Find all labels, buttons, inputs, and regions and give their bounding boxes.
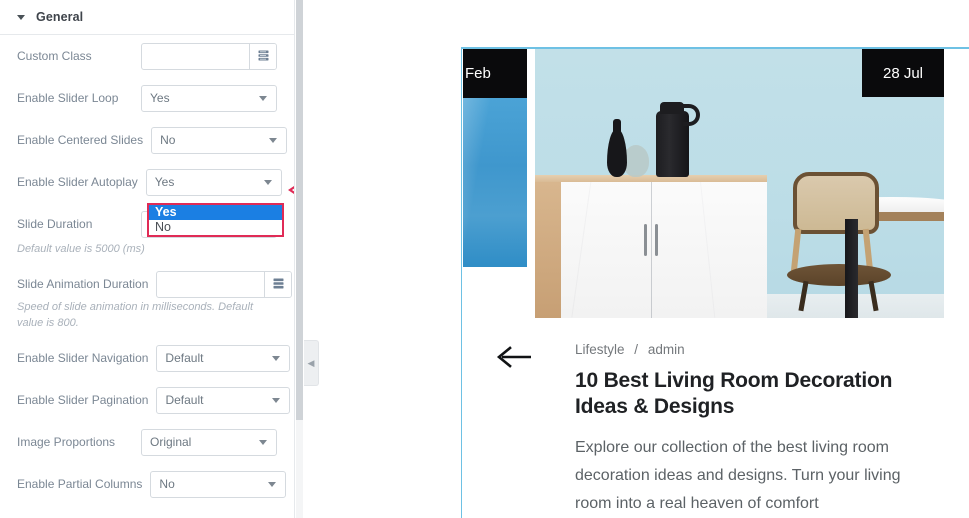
caret-down-icon [17,14,25,20]
chevron-down-icon [259,96,267,101]
image-proportions-select[interactable]: Original [141,428,277,456]
page-title: General [36,10,84,24]
field-label: Enable Slider Navigation [17,351,149,365]
dropdown-option-yes[interactable]: Yes [149,205,282,220]
field-row-enable-centered-slides: Enable Centered Slides No [10,119,288,161]
field-label: Enable Slider Loop [17,91,119,105]
autoplay-dropdown-list[interactable]: Yes No [147,203,284,237]
living-room-photo: 28 Jul [535,49,944,318]
enable-slider-autoplay-select[interactable]: Yes [145,168,282,196]
field-row-enable-slider-navigation: Enable Slider Navigation Default [10,337,291,379]
chevron-down-icon [272,356,281,361]
cabinet-handle [644,224,647,256]
field-label: Enable Partial Columns [17,477,143,491]
table-leg [845,219,858,318]
field-control: Yes [141,84,277,112]
enable-slider-loop-select[interactable]: Yes [141,84,277,112]
field-control: Yes [145,168,282,196]
post-excerpt: Explore our collection of the best livin… [575,439,901,512]
field-control: Original [141,428,277,456]
field-label: Custom Class [17,49,92,63]
chevron-down-icon [263,180,272,185]
black-vase-neck [613,119,621,137]
slide-animation-duration-input[interactable] [157,271,265,297]
database-glyph [258,50,268,61]
select-value: Default [165,351,204,365]
enable-slider-pagination-select[interactable]: Default [156,386,291,414]
slide-previous-image [463,98,527,267]
screen-root: General Custom Class Enable Slider Loop … [0,0,969,518]
field-label: Enable Centered Slides [17,133,144,147]
post-category[interactable]: Lifestyle [575,342,625,357]
slide-previous-partial[interactable]: Feb [463,49,527,267]
field-row-enable-partial-columns: Enable Partial Columns No [10,463,287,505]
post-author[interactable]: admin [648,342,685,357]
field-label: Enable Slider Pagination [17,393,149,407]
enable-centered-slides-select[interactable]: No [151,126,288,154]
field-label: Slide Duration [17,217,93,231]
cabinet-top [535,175,767,182]
field-control: No [151,126,288,154]
slide-previous-date-badge: Feb [463,49,527,98]
cabinet-handle [655,224,658,256]
chevron-down-icon [268,482,277,487]
field-row-custom-class: Custom Class [10,35,284,77]
section-header-general[interactable]: General [0,0,294,35]
arrow-left-icon[interactable] [495,345,533,369]
field-control: Default [156,344,291,372]
hint-slide-duration: Default value is 5000 (ms) [17,243,145,255]
chevron-left-icon: ◀ [307,357,315,368]
dynamic-tags-icon[interactable] [249,43,276,69]
chevron-down-icon [272,398,281,403]
field-row-image-proportions: Image Proportions Original [10,421,284,463]
marble-cabinet [535,179,767,318]
custom-class-input[interactable] [142,43,249,69]
field-row-enable-slider-autoplay: Enable Slider Autoplay Yes [10,161,284,203]
cabinet-side [535,182,561,318]
field-control [141,42,277,70]
hint-slide-animation-duration: Speed of slide animation in milliseconds… [17,301,254,329]
post-meta: Lifestyle / admin [575,342,904,357]
field-row-enable-slider-pagination: Enable Slider Pagination Default [10,379,291,421]
dropdown-option-no[interactable]: No [149,220,282,235]
chevron-down-icon [269,138,278,143]
slide-animation-duration-field[interactable] [156,270,293,298]
field-label: Slide Animation Duration [17,277,149,291]
post-card-body: Lifestyle / admin 10 Best Living Room De… [535,318,944,518]
select-value: No [159,477,175,491]
select-value: Original [150,435,192,449]
widget-selection-border-left [461,47,462,518]
field-label: Enable Slider Autoplay [17,175,138,189]
chevron-down-icon [259,440,267,445]
panel-scrollbar-thumb[interactable] [296,0,303,420]
settings-list: Custom Class Enable Slider Loop Yes Enab… [0,35,294,505]
post-date-badge: 28 Jul [862,49,944,97]
settings-panel: General Custom Class Enable Slider Loop … [0,0,295,518]
enable-slider-navigation-select[interactable]: Default [156,344,291,372]
field-row-enable-slider-loop: Enable Slider Loop Yes [10,77,284,119]
database-glyph [273,278,284,289]
meta-separator: / [634,342,639,357]
post-card[interactable]: 28 Jul Lifestyle / admin 10 Best Living … [535,49,944,518]
field-control: Default [156,386,291,414]
black-bottle-cap [660,102,684,114]
select-value: Yes [154,175,175,189]
field-control: No [150,470,287,498]
field-control [156,270,293,298]
panel-collapse-handle[interactable]: ◀ [304,340,319,386]
select-value: Default [165,393,204,407]
enable-partial-columns-select[interactable]: No [150,470,287,498]
select-value: Yes [150,91,170,105]
post-title[interactable]: 10 Best Living Room Decoration Ideas & D… [575,368,904,420]
preview-canvas: Feb 28 Jul Lifestyle / admin 10 Best Liv… [320,0,969,518]
annotation-arrow-icon [288,186,294,194]
chair-backrest [793,172,879,234]
custom-class-field[interactable] [141,42,277,70]
field-label: Image Proportions [17,435,116,449]
dynamic-tags-icon[interactable] [264,271,292,297]
select-value: No [160,133,176,147]
